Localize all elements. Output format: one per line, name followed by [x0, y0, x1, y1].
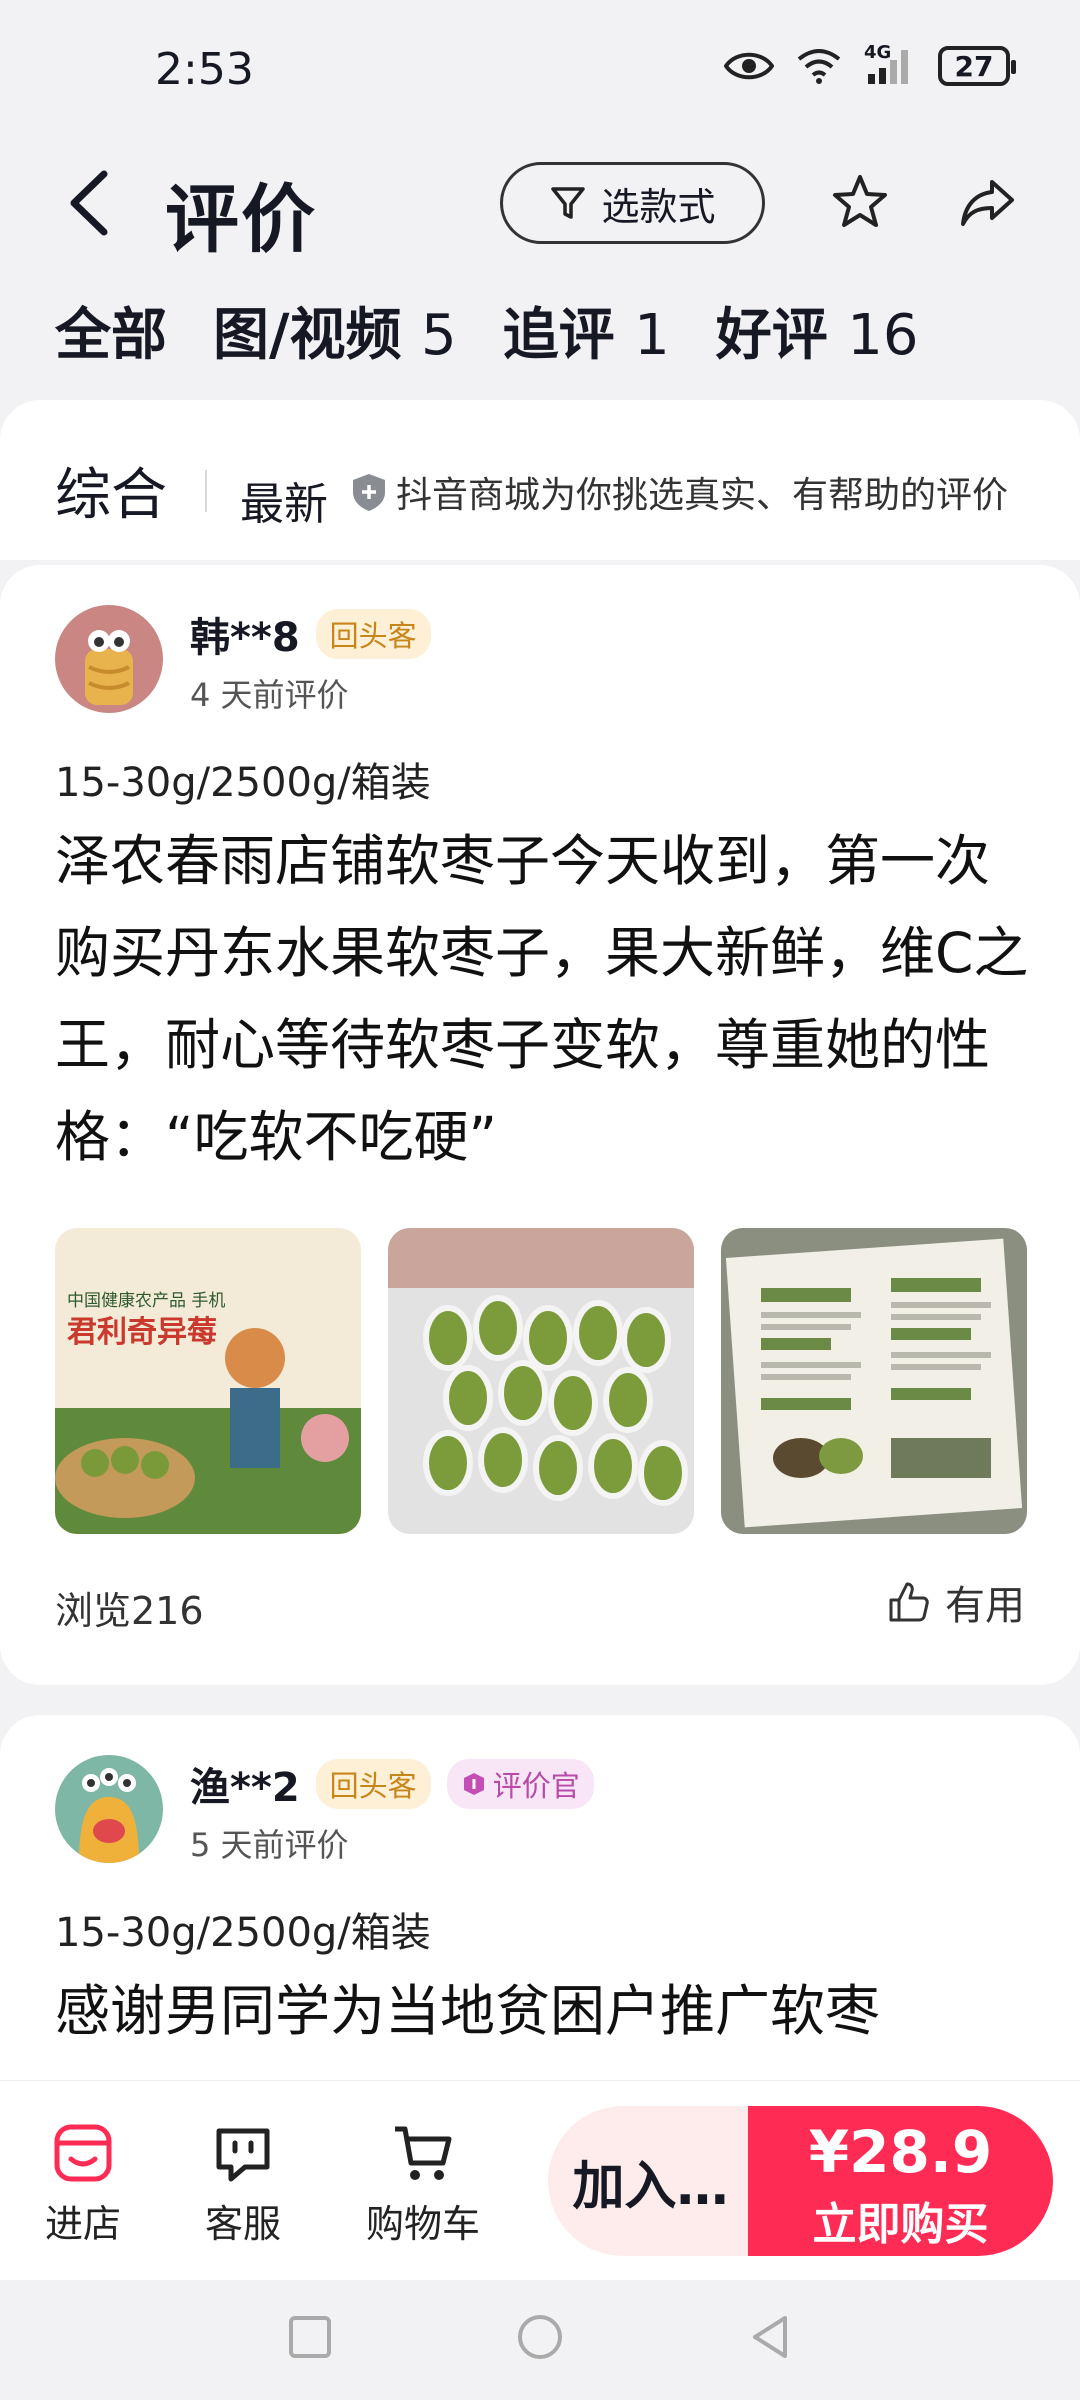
share-icon[interactable] [958, 172, 1018, 232]
view-count: 浏览216 [55, 1589, 204, 1633]
username-row: 渔**2 回头客 评价官 [190, 1755, 594, 1813]
tab-all[interactable]: 全部 [55, 290, 167, 371]
status-bar: 2:53 4G 27 [0, 0, 1080, 140]
authenticity-text: 抖音商城为你挑选真实、有帮助的评价 [396, 475, 1009, 516]
review-photo[interactable] [388, 1228, 694, 1534]
cart-icon [395, 2126, 452, 2180]
battery-level: 27 [954, 49, 994, 83]
header: 评价 选款式 [0, 150, 1080, 263]
username-row: 韩**8 回头客 [190, 605, 431, 663]
product-spec: 15-30g/2500g/箱装 [55, 1910, 431, 1956]
home-icon[interactable] [515, 2312, 565, 2362]
buy-now-label: 立即购买 [812, 2199, 989, 2250]
avatar[interactable] [55, 1755, 163, 1863]
repeat-customer-badge: 回头客 [315, 609, 431, 659]
review-card: 渔**2 回头客 评价官 5 天前评价 15-30g/2500g/箱装 感谢男同… [0, 1715, 1080, 2095]
review-time: 4 天前评价 [190, 676, 349, 714]
filter-icon [551, 187, 586, 219]
photo-text-line1: 中国健康农产品 手机 [67, 1291, 225, 1311]
shield-icon [353, 474, 385, 511]
tab-count: 1 [634, 303, 670, 368]
battery-icon: 27 [938, 46, 1016, 86]
add-to-cart-button[interactable]: 加入… [548, 2106, 753, 2256]
repeat-customer-badge: 回头客 [315, 1759, 431, 1809]
filter-style-button[interactable]: 选款式 [500, 162, 765, 244]
chat-icon [216, 2128, 270, 2182]
thumbs-up-icon [889, 1582, 929, 1622]
authenticity-note: 抖音商城为你挑选真实、有帮助的评价 [350, 466, 1008, 518]
review-content[interactable]: 泽农春雨店铺软枣子今天收到，第一次购买丹东水果软枣子，果大新鲜，维C之王，耐心等… [55, 815, 1035, 1183]
customer-service-button[interactable]: 客服 [168, 2121, 318, 2248]
username[interactable]: 渔**2 [190, 1755, 300, 1813]
sort-bar: 综合 最新 抖音商城为你挑选真实、有帮助的评价 [0, 400, 1080, 560]
tab-positive[interactable]: 好评 16 [716, 290, 919, 371]
review-card: 韩**8 回头客 4 天前评价 15-30g/2500g/箱装 泽农春雨店铺软枣… [0, 565, 1080, 1685]
reviewer-badge-label: 评价官 [492, 1769, 580, 1803]
username[interactable]: 韩**8 [190, 605, 300, 663]
reviewer-badge: 评价官 [446, 1759, 594, 1809]
recent-apps-icon[interactable] [285, 2312, 335, 2362]
cart-label: 购物车 [365, 2202, 480, 2246]
back-nav-icon[interactable] [745, 2312, 795, 2362]
review-photos: 中国健康农产品 手机 君利奇异莓 [55, 1228, 1027, 1534]
tab-label: 好评 [715, 303, 828, 368]
divider [205, 470, 207, 512]
review-photo[interactable]: 中国健康农产品 手机 君利奇异莓 [55, 1228, 361, 1534]
service-label: 客服 [204, 2202, 281, 2246]
signal-icon: 4G [864, 42, 916, 86]
useful-label: 有用 [945, 1583, 1025, 1629]
review-content[interactable]: 感谢男同学为当地贫困户推广软枣 [55, 1965, 1035, 2057]
product-spec: 15-30g/2500g/箱装 [55, 760, 431, 806]
review-tabs: 全部 图/视频 5 追评 1 好评 16 [55, 290, 965, 371]
add-to-cart-label: 加入… [572, 2156, 729, 2217]
star-icon[interactable] [830, 172, 890, 232]
store-icon [54, 2124, 112, 2182]
back-icon[interactable] [60, 168, 120, 238]
sort-comprehensive[interactable]: 综合 [55, 450, 167, 531]
system-nav-bar [0, 2280, 1080, 2400]
tab-count: 5 [420, 303, 457, 368]
status-time: 2:53 [155, 44, 254, 95]
cart-button[interactable]: 购物车 [348, 2121, 498, 2248]
bottom-action-bar: 进店 客服 购物车 加入… ¥28.9 立即购买 [0, 2080, 1080, 2280]
photo-text-line2: 君利奇异莓 [67, 1315, 217, 1350]
wifi-icon [797, 49, 841, 84]
review-photo[interactable] [721, 1228, 1027, 1534]
avatar[interactable] [55, 605, 163, 713]
review-time: 5 天前评价 [190, 1826, 349, 1864]
sort-newest[interactable]: 最新 [240, 468, 328, 532]
price: ¥28.9 [808, 2118, 993, 2186]
status-icons: 4G 27 [724, 42, 1016, 86]
tab-media[interactable]: 图/视频 5 [213, 290, 457, 371]
tab-count: 16 [847, 303, 919, 368]
store-label: 进店 [44, 2202, 121, 2246]
useful-button[interactable]: 有用 [887, 1573, 1025, 1631]
eye-icon [724, 52, 774, 80]
page-title: 评价 [165, 177, 317, 263]
buy-now-button[interactable]: ¥28.9 立即购买 [748, 2106, 1053, 2256]
tab-followup[interactable]: 追评 1 [503, 290, 670, 371]
tab-label: 全部 [55, 303, 167, 368]
reviewer-badge-icon [463, 1773, 484, 1795]
tab-label: 图/视频 [213, 303, 402, 368]
tab-label: 追评 [502, 303, 615, 368]
filter-label: 选款式 [601, 184, 716, 229]
store-button[interactable]: 进店 [8, 2121, 158, 2248]
